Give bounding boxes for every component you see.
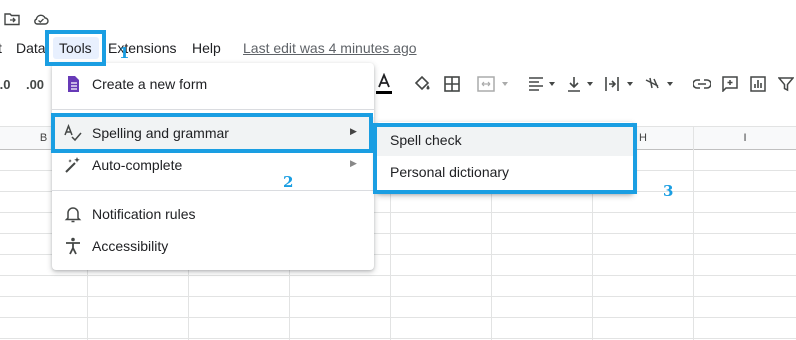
text-color-icon	[376, 73, 392, 94]
tools-menu: Create a new form Spelling and grammar ▶…	[52, 63, 374, 270]
vertical-align-bottom-icon	[568, 77, 593, 92]
step-number-3: 3	[663, 182, 674, 200]
increase-decimal-label: .00	[25, 76, 45, 92]
form-icon	[68, 76, 79, 92]
fill-color-button[interactable]	[410, 66, 434, 102]
menu-item-accessibility[interactable]: Accessibility	[52, 230, 374, 262]
menu-item-create-form[interactable]: Create a new form	[52, 68, 374, 100]
grid-row-line	[0, 338, 796, 339]
move-folder-icon[interactable]	[4, 11, 20, 27]
last-edit-link[interactable]: Last edit was 4 minutes ago	[243, 40, 417, 56]
bell-icon	[64, 207, 82, 223]
callout-spelling-highlight	[51, 113, 373, 153]
menu-divider	[52, 190, 374, 191]
borders-icon	[444, 76, 460, 92]
submenu-arrow-icon: ▶	[350, 158, 357, 168]
merge-cells-icon	[477, 76, 508, 92]
text-wrap-icon	[605, 77, 633, 91]
column-header-i[interactable]: I	[694, 127, 796, 149]
menu-item-notification-rules[interactable]: Notification rules	[52, 198, 374, 230]
callout-tools-highlight	[45, 30, 106, 66]
link-icon	[693, 79, 711, 89]
text-wrapping-button[interactable]	[602, 66, 638, 102]
vertical-align-button[interactable]	[564, 66, 598, 102]
chart-icon	[750, 76, 766, 92]
cloud-saved-icon[interactable]	[32, 11, 50, 27]
fill-color-icon	[414, 75, 430, 91]
grid-col-line	[693, 149, 694, 340]
horizontal-align-button[interactable]	[526, 66, 560, 102]
menu-help[interactable]: Help	[192, 40, 221, 56]
insert-link-button[interactable]	[690, 66, 714, 102]
menu-item-label: Notification rules	[92, 206, 196, 222]
menu-item-label: Auto-complete	[92, 157, 183, 173]
menu-item-auto-complete[interactable]: Auto-complete ▶	[52, 149, 374, 181]
callout-submenu-highlight	[373, 123, 637, 194]
menu-item-label: Accessibility	[92, 238, 169, 254]
grid-row-line	[0, 296, 796, 297]
document-status-icons	[0, 8, 120, 32]
menu-divider	[52, 109, 374, 110]
magic-wand-icon	[65, 157, 80, 173]
step-number-2: 2	[283, 173, 294, 191]
step-number-1: 1	[119, 44, 130, 62]
decrease-decimal-label: .0	[0, 76, 11, 92]
grid-row-line	[0, 317, 796, 318]
insert-chart-button[interactable]	[746, 66, 770, 102]
merge-cells-button[interactable]	[470, 66, 518, 102]
text-color-button[interactable]	[372, 66, 396, 102]
menu-data[interactable]: Data	[16, 40, 46, 56]
increase-decimal-button[interactable]: .00	[22, 66, 48, 102]
filter-button[interactable]	[774, 66, 796, 102]
comment-icon	[722, 76, 738, 92]
accessibility-icon	[66, 237, 80, 255]
menu-edge-fragment: t	[0, 40, 2, 56]
menu-item-label: Create a new form	[92, 76, 208, 92]
align-left-icon	[529, 77, 555, 91]
borders-button[interactable]	[440, 66, 464, 102]
grid-row-line	[0, 275, 796, 276]
insert-comment-button[interactable]	[718, 66, 742, 102]
text-rotation-button[interactable]	[642, 66, 678, 102]
decrease-decimal-button[interactable]: .0	[0, 66, 14, 102]
text-rotation-icon	[645, 77, 673, 89]
filter-icon	[778, 77, 794, 92]
